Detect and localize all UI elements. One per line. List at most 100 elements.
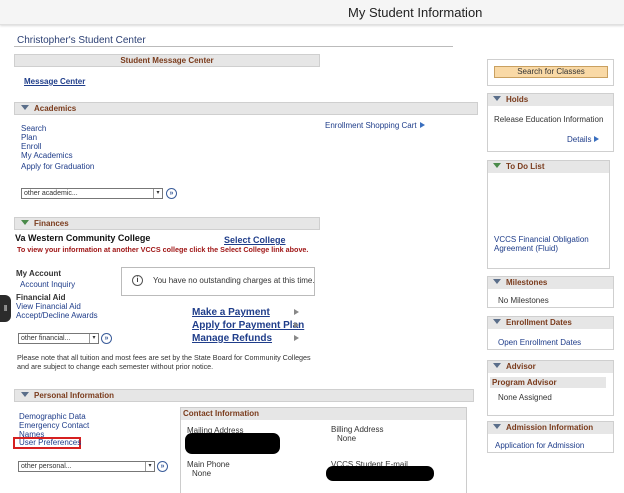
application-admission-link[interactable]: Application for Admission: [495, 441, 584, 450]
admission-panel: Admission Information Application for Ad…: [487, 421, 614, 453]
side-panel-handle[interactable]: ‖: [0, 295, 11, 322]
holds-details-label: Details: [567, 135, 592, 144]
advisor-value: None Assigned: [498, 393, 552, 402]
view-financial-aid-link[interactable]: View Financial Aid: [16, 302, 81, 311]
personal-select[interactable]: other personal... ▾: [18, 461, 155, 472]
search-classes-button[interactable]: Search for Classes: [494, 66, 608, 78]
academics-link-my-academics[interactable]: My Academics: [21, 151, 73, 160]
arrow-right-icon: [294, 335, 299, 341]
arrow-right-icon: [594, 136, 600, 142]
academics-link-plan[interactable]: Plan: [21, 133, 37, 142]
message-center-header: Student Message Center: [14, 54, 320, 67]
header-title: My Student Information: [348, 5, 483, 20]
academics-select-value: other academic...: [24, 190, 78, 197]
holds-header-label: Holds: [506, 95, 529, 104]
open-enrollment-dates-link[interactable]: Open Enrollment Dates: [498, 338, 581, 347]
main-phone-label: Main Phone: [187, 460, 230, 469]
page-title: Christopher's Student Center: [17, 35, 146, 46]
page-title-underline: [14, 46, 453, 47]
message-center-header-label: Student Message Center: [120, 56, 214, 65]
finances-select-value: other financial...: [21, 335, 71, 342]
contact-info-header: Contact Information: [181, 408, 466, 420]
collapse-triangle-icon: [21, 105, 29, 110]
advisor-header[interactable]: Advisor: [488, 361, 613, 373]
collapse-triangle-icon: [493, 96, 501, 101]
info-icon: i: [132, 275, 143, 286]
milestones-header[interactable]: Milestones: [488, 277, 613, 289]
academics-link-enroll[interactable]: Enroll: [21, 142, 41, 151]
finances-go-button[interactable]: »: [101, 333, 112, 344]
todo-panel: To Do List VCCS Financial Obligation Agr…: [487, 160, 610, 269]
finances-header[interactable]: Finances: [14, 217, 320, 230]
demographic-data-link[interactable]: Demographic Data: [19, 412, 86, 421]
chevron-down-icon: ▾: [153, 189, 162, 198]
redacted-student-email: [326, 466, 434, 481]
finances-select[interactable]: other financial... ▾: [18, 333, 99, 344]
collapse-triangle-icon: [493, 163, 501, 168]
college-name: Va Western Community College: [15, 233, 151, 243]
admission-header[interactable]: Admission Information: [488, 422, 613, 434]
milestones-header-label: Milestones: [506, 278, 548, 287]
enrollment-shopping-cart-link[interactable]: Enrollment Shopping Cart: [325, 121, 425, 130]
select-college-link[interactable]: Select College: [224, 235, 286, 245]
collapse-triangle-icon: [493, 279, 501, 284]
manage-refunds-link[interactable]: Manage Refunds: [192, 333, 272, 344]
account-inquiry-link[interactable]: Account Inquiry: [20, 280, 75, 289]
academics-select[interactable]: other academic... ▾: [21, 188, 163, 199]
message-center-link[interactable]: Message Center: [24, 77, 85, 86]
user-preferences-link[interactable]: User Preferences: [19, 438, 81, 447]
collapse-triangle-icon: [493, 424, 501, 429]
pause-icon: ‖: [3, 304, 8, 313]
personal-info-header-label: Personal Information: [34, 391, 115, 400]
collapse-triangle-icon: [493, 319, 501, 324]
holds-details-link[interactable]: Details: [567, 135, 600, 144]
enrollment-dates-header[interactable]: Enrollment Dates: [488, 317, 613, 329]
todo-item-link[interactable]: VCCS Financial Obligation Agreement (Flu…: [494, 235, 594, 253]
top-header-bar: My Student Information: [0, 0, 624, 25]
holds-header[interactable]: Holds: [488, 94, 613, 106]
todo-header[interactable]: To Do List: [488, 161, 609, 173]
accept-decline-awards-link[interactable]: Accept/Decline Awards: [16, 311, 98, 320]
apply-graduation-link[interactable]: Apply for Graduation: [21, 162, 94, 171]
enrollment-dates-header-label: Enrollment Dates: [506, 318, 572, 327]
my-account-label: My Account: [16, 269, 62, 278]
enrollment-dates-panel: Enrollment Dates Open Enrollment Dates: [487, 316, 614, 350]
holds-item: Release Education Information: [494, 115, 604, 124]
search-classes-panel: Search for Classes: [487, 59, 614, 86]
academics-link-search[interactable]: Search: [21, 124, 46, 133]
main-phone-value: None: [192, 469, 212, 478]
todo-header-label: To Do List: [506, 162, 545, 171]
chevron-down-icon: ▾: [89, 334, 98, 343]
redacted-mailing-address: [185, 433, 280, 454]
emergency-contact-link[interactable]: Emergency Contact: [19, 421, 89, 430]
milestones-panel: Milestones No Milestones: [487, 276, 614, 308]
admission-header-label: Admission Information: [506, 423, 594, 432]
arrow-right-icon: [294, 322, 299, 328]
contact-info-header-label: Contact Information: [183, 409, 259, 418]
program-advisor-label: Program Advisor: [490, 377, 606, 388]
collapse-triangle-icon: [493, 363, 501, 368]
tuition-note: Please note that all tuition and most fe…: [17, 353, 311, 371]
search-classes-label: Search for Classes: [517, 67, 585, 76]
select-college-notice: To view your information at another VCCS…: [17, 245, 309, 254]
arrow-right-icon: [419, 122, 425, 128]
personal-go-button[interactable]: »: [157, 461, 168, 472]
holds-panel: Holds Release Education Information Deta…: [487, 93, 614, 152]
personal-info-header[interactable]: Personal Information: [14, 389, 474, 402]
finances-header-label: Finances: [34, 219, 69, 228]
billing-address-label: Billing Address: [331, 425, 384, 434]
chevron-down-icon: ▾: [145, 462, 154, 471]
milestones-value: No Milestones: [498, 296, 549, 305]
payment-plan-link[interactable]: Apply for Payment Plan: [192, 320, 304, 331]
academics-go-button[interactable]: »: [166, 188, 177, 199]
personal-select-value: other personal...: [21, 463, 72, 470]
billing-address-value: None: [337, 434, 357, 443]
advisor-header-label: Advisor: [506, 362, 536, 371]
advisor-panel: Advisor Program Advisor None Assigned: [487, 360, 614, 416]
charges-box: i You have no outstanding charges at thi…: [121, 267, 315, 296]
financial-aid-label: Financial Aid: [16, 293, 66, 302]
make-payment-link[interactable]: Make a Payment: [192, 307, 270, 318]
collapse-triangle-icon: [21, 220, 29, 225]
arrow-right-icon: [294, 309, 299, 315]
academics-header[interactable]: Academics: [14, 102, 478, 115]
